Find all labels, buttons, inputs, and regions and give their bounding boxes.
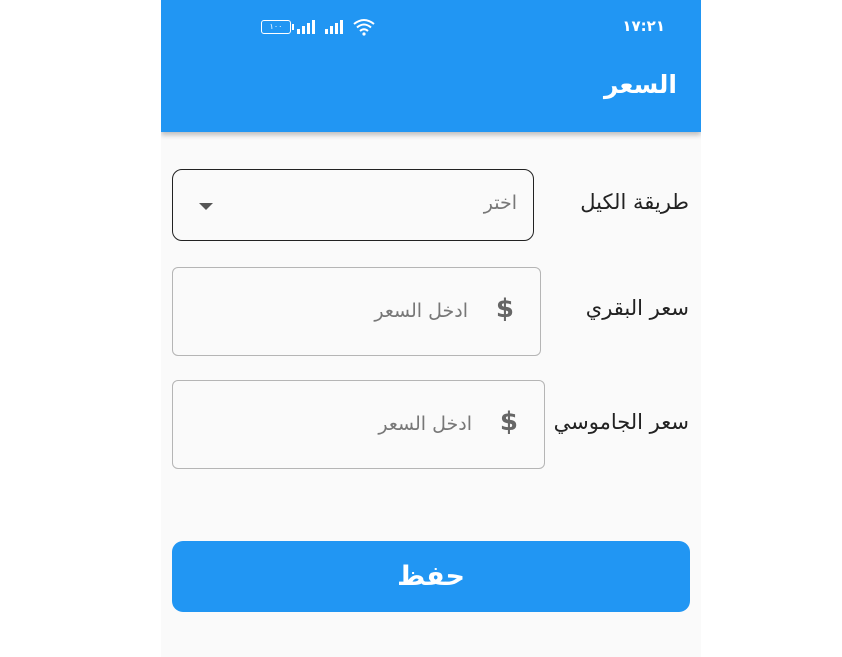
cow-price-field[interactable]: $ [172, 267, 541, 356]
app-bar: ١٠٠ ١٧:٢١ السعر [161, 0, 701, 132]
buffalo-price-input[interactable] [183, 407, 474, 441]
dollar-icon: $ [499, 407, 518, 437]
measure-method-label: طريقة الكيل [580, 190, 689, 214]
cow-price-label: سعر البقري [585, 296, 689, 320]
save-button[interactable]: حفظ [172, 541, 690, 612]
buffalo-price-field[interactable]: $ [172, 380, 545, 469]
dropdown-selected-value: اختر [483, 192, 517, 214]
status-time: ١٧:٢١ [622, 17, 665, 35]
dollar-icon: $ [495, 294, 514, 324]
status-icons: ١٠٠ [261, 18, 375, 36]
battery-level: ١٠٠ [269, 22, 283, 31]
dropdown-arrow-icon [199, 203, 213, 210]
buffalo-price-label: سعر الجاموسي [553, 410, 689, 434]
battery-icon: ١٠٠ [261, 20, 294, 34]
page-title: السعر [603, 70, 677, 99]
app-screen: ١٠٠ ١٧:٢١ السعر طريقة الكيل اختر سعر الب… [161, 0, 701, 657]
signal-icon [297, 20, 315, 34]
cow-price-input[interactable] [183, 294, 470, 328]
wifi-icon [353, 19, 375, 36]
signal-icon [325, 20, 343, 34]
measure-method-dropdown[interactable]: اختر [172, 169, 534, 241]
